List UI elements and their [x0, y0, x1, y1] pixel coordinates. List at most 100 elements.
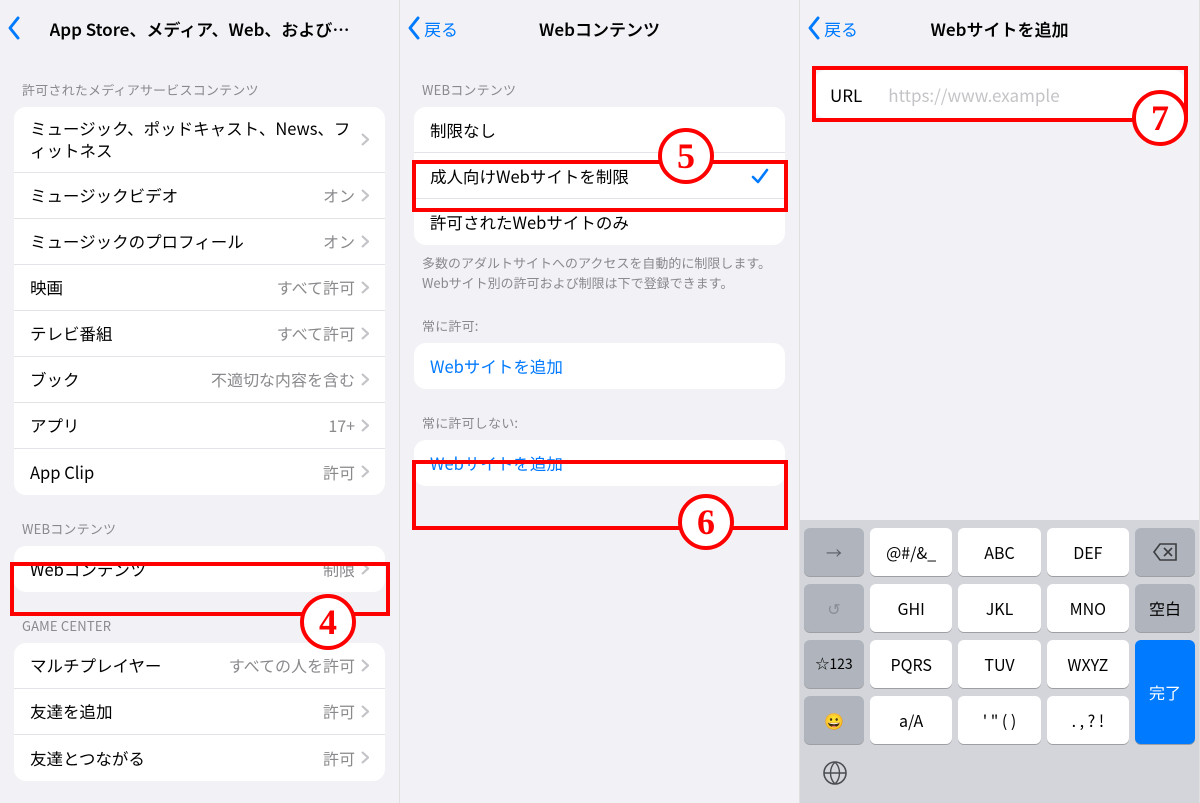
- add-website-allow[interactable]: Webサイトを追加: [414, 343, 785, 389]
- row-music-profile[interactable]: ミュージックのプロフィール オン: [14, 219, 385, 265]
- screen-web-content: 戻る Webコンテンツ WEBコンテンツ 制限なし 成人向けWebサイトを制限 …: [400, 0, 800, 803]
- row-value: すべて許可: [277, 275, 355, 299]
- nav-bar: 戻る Webコンテンツ: [400, 0, 799, 56]
- check-icon: [751, 167, 769, 185]
- key-abc[interactable]: ABC: [958, 528, 1040, 576]
- always-deny-group: Webサイトを追加: [414, 440, 785, 486]
- nav-bar: 戻る Webサイトを追加: [800, 0, 1199, 56]
- page-title: Webコンテンツ: [539, 16, 660, 41]
- row-tv[interactable]: テレビ番組 すべて許可: [14, 311, 385, 357]
- key-star123[interactable]: ☆123: [804, 640, 864, 688]
- page-title: Webサイトを追加: [931, 16, 1069, 41]
- webcontent-options: 制限なし 成人向けWebサイトを制限 許可されたWebサイトのみ: [414, 107, 785, 245]
- url-label: URL: [830, 82, 862, 107]
- key-tuv[interactable]: TUV: [958, 640, 1040, 688]
- row-label: ミュージックビデオ: [30, 183, 323, 207]
- key-quotes[interactable]: ' " ( ): [958, 696, 1040, 744]
- option-none[interactable]: 制限なし: [414, 107, 785, 153]
- row-value: 不適切な内容を含む: [211, 367, 355, 391]
- key-emoji[interactable]: 😀: [804, 696, 864, 744]
- row-value: すべての人を許可: [229, 653, 355, 677]
- option-adult[interactable]: 成人向けWebサイトを制限: [414, 153, 785, 199]
- key-punct[interactable]: . , ? !: [1047, 696, 1129, 744]
- section-header-always-allow: 常に許可:: [400, 292, 799, 343]
- row-music-video[interactable]: ミュージックビデオ オン: [14, 173, 385, 219]
- row-label: ミュージック、ポッドキャスト、News、フィットネス: [30, 117, 361, 162]
- row-label: 友達とつながる: [30, 746, 323, 770]
- row-books[interactable]: ブック 不適切な内容を含む: [14, 357, 385, 403]
- row-value: オン: [323, 229, 355, 253]
- back-button[interactable]: 戻る: [806, 14, 858, 42]
- section-header-always-deny: 常に許可しない:: [400, 389, 799, 440]
- row-label: マルチプレイヤー: [30, 653, 229, 677]
- emoji-icon: 😀: [824, 708, 844, 732]
- key-backspace[interactable]: [1135, 528, 1195, 576]
- key-case[interactable]: a/A: [870, 696, 952, 744]
- chevron-left-icon: [806, 14, 824, 42]
- row-apps[interactable]: アプリ 17+: [14, 403, 385, 449]
- arrow-right-icon: →: [826, 540, 842, 564]
- key-undo[interactable]: ↺: [804, 584, 864, 632]
- undo-icon: ↺: [827, 596, 840, 620]
- row-addfriend[interactable]: 友達を追加 許可: [14, 689, 385, 735]
- row-appclip[interactable]: App Clip 許可: [14, 449, 385, 495]
- key-space[interactable]: 空白: [1135, 584, 1195, 632]
- chevron-right-icon: [361, 465, 369, 478]
- row-label: テレビ番組: [30, 321, 277, 345]
- backspace-icon: [1152, 542, 1178, 562]
- chevron-right-icon: [361, 751, 369, 764]
- key-def[interactable]: DEF: [1047, 528, 1129, 576]
- row-label: Webコンテンツ: [30, 557, 323, 581]
- back-button[interactable]: [6, 14, 24, 42]
- globe-icon[interactable]: [822, 760, 848, 786]
- row-web-content[interactable]: Webコンテンツ 制限: [14, 546, 385, 592]
- add-website-deny[interactable]: Webサイトを追加: [414, 440, 785, 486]
- chevron-right-icon: [361, 659, 369, 672]
- screen-add-website: 戻る Webサイトを追加 URL https://www.example 7 →…: [800, 0, 1200, 803]
- row-value: オン: [323, 183, 355, 207]
- row-multiplayer[interactable]: マルチプレイヤー すべての人を許可: [14, 643, 385, 689]
- key-wxyz[interactable]: WXYZ: [1047, 640, 1129, 688]
- row-label: ミュージックのプロフィール: [30, 229, 323, 253]
- key-next[interactable]: →: [804, 528, 864, 576]
- row-connect[interactable]: 友達とつながる 許可: [14, 735, 385, 781]
- chevron-right-icon: [361, 373, 369, 386]
- key-mno[interactable]: MNO: [1047, 584, 1129, 632]
- key-pqrs[interactable]: PQRS: [870, 640, 952, 688]
- back-button[interactable]: 戻る: [406, 14, 458, 42]
- section-header-gamecenter: GAME CENTER: [0, 592, 399, 643]
- chevron-right-icon: [361, 705, 369, 718]
- section-footer: 多数のアダルトサイトへのアクセスを自動的に制限します。Webサイト別の許可および…: [400, 245, 799, 292]
- keyboard: → @#/&_ ABC DEF ↺ GHI JKL MNO 空白 ☆123 PQ…: [800, 520, 1199, 803]
- key-ghi[interactable]: GHI: [870, 584, 952, 632]
- option-allowed-only[interactable]: 許可されたWebサイトのみ: [414, 199, 785, 245]
- row-link: Webサイトを追加: [430, 451, 563, 475]
- back-label: 戻る: [824, 16, 858, 41]
- web-group: Webコンテンツ 制限: [14, 546, 385, 592]
- chevron-right-icon: [361, 189, 369, 202]
- row-label: App Clip: [30, 460, 323, 484]
- row-music[interactable]: ミュージック、ポッドキャスト、News、フィットネス: [14, 107, 385, 173]
- chevron-left-icon: [6, 14, 24, 42]
- section-header-web: WEBコンテンツ: [0, 495, 399, 546]
- highlight-badge-6: 6: [678, 494, 734, 550]
- key-done[interactable]: 完了: [1135, 640, 1195, 744]
- row-label: アプリ: [30, 413, 328, 437]
- chevron-left-icon: [406, 14, 424, 42]
- section-header-webcontent: WEBコンテンツ: [400, 56, 799, 107]
- chevron-right-icon: [361, 419, 369, 432]
- chevron-right-icon: [361, 562, 369, 575]
- chevron-right-icon: [361, 235, 369, 248]
- media-group: ミュージック、ポッドキャスト、News、フィットネス ミュージックビデオ オン …: [14, 107, 385, 495]
- back-label: 戻る: [424, 16, 458, 41]
- row-value: 制限: [323, 557, 355, 581]
- row-movies[interactable]: 映画 すべて許可: [14, 265, 385, 311]
- url-input-row[interactable]: URL https://www.example: [814, 70, 1185, 118]
- row-value: 許可: [323, 746, 355, 770]
- url-placeholder: https://www.example: [888, 82, 1059, 107]
- keyboard-bottom: [804, 752, 1195, 797]
- always-allow-group: Webサイトを追加: [414, 343, 785, 389]
- key-jkl[interactable]: JKL: [958, 584, 1040, 632]
- section-header-media: 許可されたメディアサービスコンテンツ: [0, 56, 399, 107]
- key-symbols[interactable]: @#/&_: [870, 528, 952, 576]
